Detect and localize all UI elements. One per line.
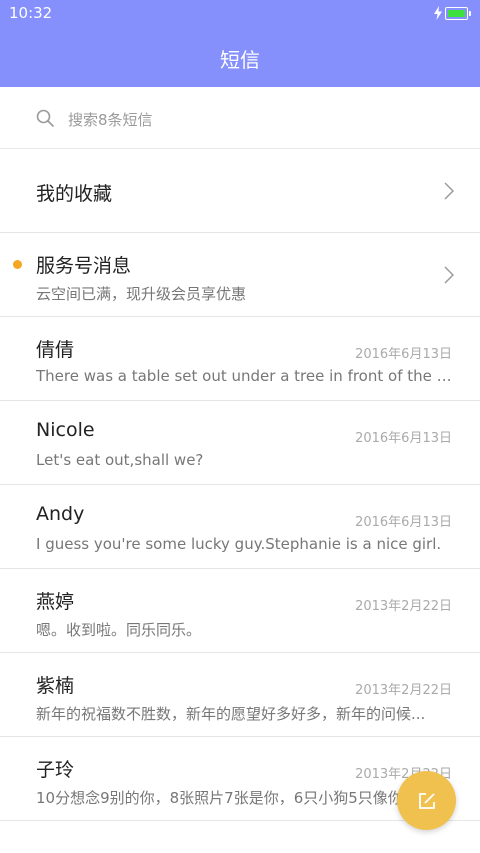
message-preview: There was a table set out under a tree i… xyxy=(36,367,452,385)
service-label: 服务号消息 xyxy=(36,255,132,277)
status-time: 10:32 xyxy=(9,4,53,22)
chevron-right-icon xyxy=(444,266,454,284)
conversation-item[interactable]: 燕婷 2013年2月22日 嗯。收到啦。同乐同乐。 xyxy=(0,569,480,653)
message-date: 2013年2月22日 xyxy=(355,683,452,698)
contact-name: Nicole xyxy=(36,419,95,441)
chevron-right-icon xyxy=(444,182,454,200)
page-title: 短信 xyxy=(220,48,260,72)
status-bar: 10:32 xyxy=(0,0,480,28)
favorites-item[interactable]: 我的收藏 xyxy=(0,149,480,233)
message-preview: 新年的祝福数不胜数，新年的愿望好多好多，新年的问候... xyxy=(36,705,426,723)
search-bar[interactable]: 搜索8条短信 xyxy=(0,87,480,149)
unread-dot xyxy=(13,260,22,269)
contact-name: 子玲 xyxy=(36,759,75,781)
sms-app: 10:32 短信 搜索8条短信 我的收藏 服务号消息 云空间已满，现升级会员享优… xyxy=(0,0,480,853)
conversation-item[interactable]: Nicole 2016年6月13日 Let's eat out,shall we… xyxy=(0,401,480,485)
message-date: 2016年6月13日 xyxy=(355,347,452,362)
conversation-item[interactable]: 倩倩 2016年6月13日 There was a table set out … xyxy=(0,317,480,401)
message-preview: 10分想念9别的你，8张照片7张是你，6只小狗5只像你... xyxy=(36,789,418,807)
contact-name: Andy xyxy=(36,503,85,525)
search-icon xyxy=(36,109,54,127)
service-messages-item[interactable]: 服务号消息 云空间已满，现升级会员享优惠 xyxy=(0,233,480,317)
compose-button[interactable] xyxy=(397,771,456,830)
contact-name: 倩倩 xyxy=(36,339,75,361)
message-preview: 嗯。收到啦。同乐同乐。 xyxy=(36,621,202,639)
app-header: 10:32 短信 xyxy=(0,0,480,87)
battery-icon xyxy=(445,7,471,20)
conversation-item[interactable]: 紫楠 2013年2月22日 新年的祝福数不胜数，新年的愿望好多好多，新年的问候.… xyxy=(0,653,480,737)
message-date: 2016年6月13日 xyxy=(355,431,452,446)
bolt-icon xyxy=(434,6,442,20)
message-date: 2013年2月22日 xyxy=(355,599,452,614)
message-preview: I guess you're some lucky guy.Stephanie … xyxy=(36,535,442,553)
search-input[interactable]: 搜索8条短信 xyxy=(68,109,153,130)
message-preview: Let's eat out,shall we? xyxy=(36,451,204,469)
favorites-label: 我的收藏 xyxy=(36,183,113,205)
compose-icon xyxy=(418,792,435,809)
service-preview: 云空间已满，现升级会员享优惠 xyxy=(36,285,247,303)
contact-name: 紫楠 xyxy=(36,675,75,697)
conversation-item[interactable]: Andy 2016年6月13日 I guess you're some luck… xyxy=(0,485,480,569)
message-date: 2016年6月13日 xyxy=(355,515,452,530)
contact-name: 燕婷 xyxy=(36,591,75,613)
